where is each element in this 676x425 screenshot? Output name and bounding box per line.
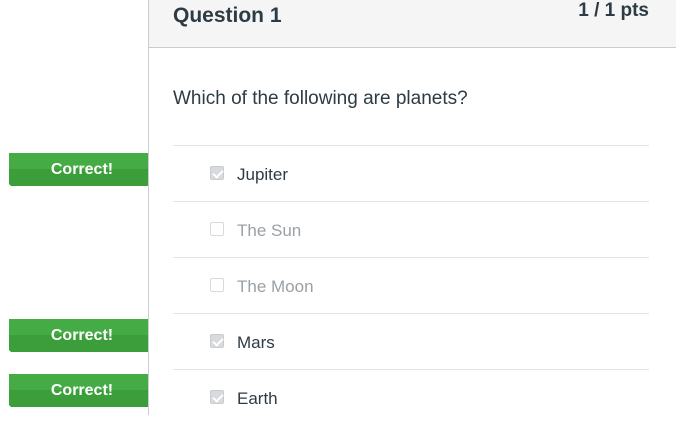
correct-flag-label: Correct! — [50, 382, 114, 399]
answer-checkbox — [210, 166, 224, 180]
answer-label: Earth — [237, 389, 278, 408]
answer-checkbox — [210, 390, 224, 404]
correct-flag-earth: Correct! — [9, 374, 165, 407]
answer-option: Jupiter — [173, 145, 649, 201]
answer-checkbox — [210, 278, 224, 292]
correct-flag-label: Correct! — [50, 327, 114, 344]
answer-label: Jupiter — [237, 165, 289, 184]
answer-option: The Moon — [173, 257, 649, 313]
answer-checkbox — [210, 334, 224, 348]
answer-label: The Moon — [237, 277, 314, 296]
answer-checkbox — [210, 222, 224, 236]
correct-flag-mars: Correct! — [9, 319, 165, 352]
question-title: Question 1 — [173, 4, 282, 27]
answer-option: Mars — [173, 313, 649, 369]
answer-list: Jupiter The Sun The Moon Mars Earth — [173, 145, 649, 425]
answer-option: The Sun — [173, 201, 649, 257]
answer-option: Earth — [173, 369, 649, 425]
question-card: Question 1 1 / 1 pts Which of the follow… — [148, 0, 676, 415]
question-points: 1 / 1 pts — [578, 0, 649, 21]
question-text: Which of the following are planets? — [173, 88, 468, 109]
correct-flag-jupiter: Correct! — [9, 153, 165, 186]
answer-label: The Sun — [237, 221, 302, 240]
question-header: Question 1 1 / 1 pts — [149, 0, 676, 48]
correct-flag-label: Correct! — [50, 161, 114, 178]
answer-label: Mars — [237, 333, 275, 352]
